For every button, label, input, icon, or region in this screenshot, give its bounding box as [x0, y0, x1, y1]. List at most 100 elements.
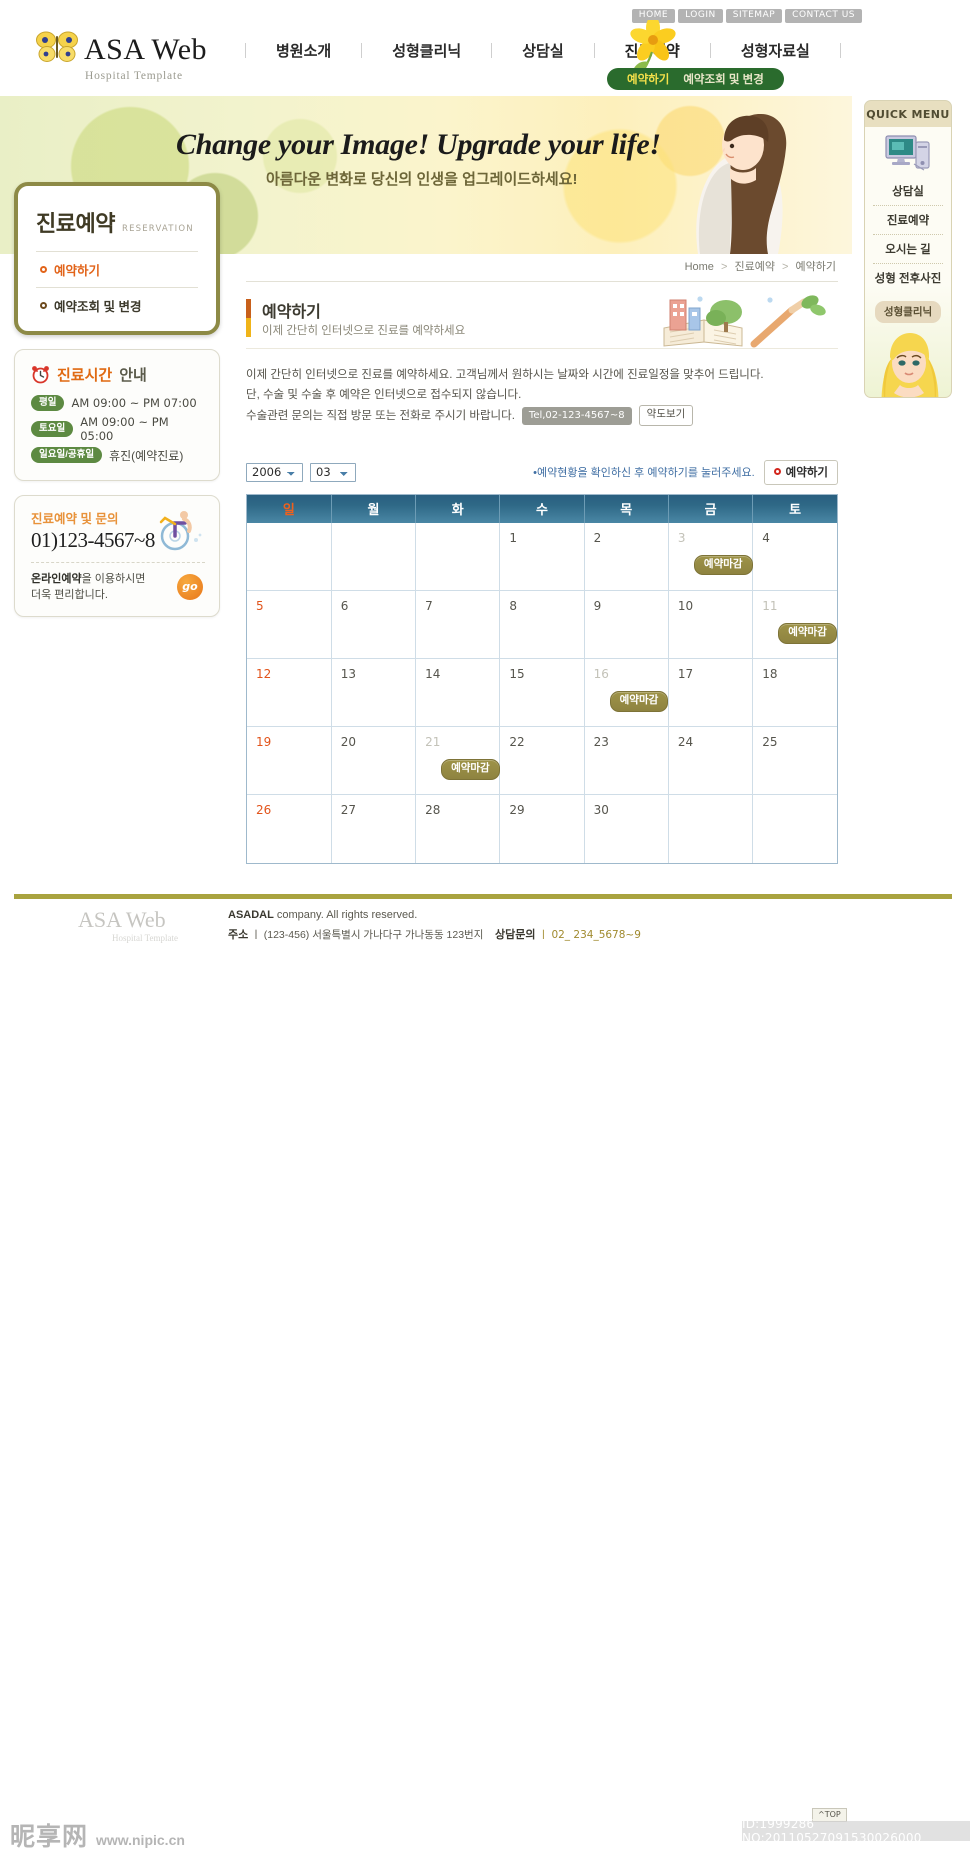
- subnav-item-view-change-reservation[interactable]: 예약조회 및 변경: [683, 71, 763, 87]
- calendar-empty-cell: [330, 522, 416, 591]
- quick-item-directions[interactable]: 오시는 길: [873, 234, 943, 263]
- calendar-day-cell[interactable]: 24: [667, 726, 753, 795]
- util-contact-us-button[interactable]: CONTACT US: [785, 9, 862, 23]
- subnav-item-make-reservation[interactable]: 예약하기: [627, 71, 669, 87]
- map-button[interactable]: 약도보기: [638, 405, 694, 426]
- day-number: 16: [593, 667, 609, 682]
- calendar-day-cell[interactable]: 27: [330, 794, 416, 863]
- calendar-day-cell[interactable]: 5: [247, 590, 332, 659]
- calendar-day-cell[interactable]: 25: [752, 726, 837, 795]
- quick-tag-plastic-clinic[interactable]: 성형클리닉: [875, 301, 941, 323]
- wheelchair-icon: [151, 504, 207, 552]
- nav-item-reservation[interactable]: 진료예약: [595, 40, 710, 61]
- calendar-day-cell[interactable]: 14: [415, 658, 500, 727]
- footer-copyright-rest: company. All rights reserved.: [273, 909, 418, 921]
- day-number: 27: [340, 803, 357, 818]
- breadcrumb-home[interactable]: Home: [685, 261, 714, 273]
- bullet-icon: [773, 468, 781, 476]
- calendar-day-cell[interactable]: 21 예약마감: [415, 726, 500, 795]
- calendar-empty-cell: [667, 794, 753, 863]
- quick-item-reservation[interactable]: 진료예약: [873, 205, 943, 234]
- day-number: 9: [593, 599, 602, 614]
- calendar-day-cell[interactable]: 29: [499, 794, 585, 863]
- calendar-day-cell[interactable]: 20: [330, 726, 416, 795]
- left-sidebar: 진료예약 RESERVATION 예약하기 예약조회 및 변경 진료시간 안내 …: [14, 182, 220, 617]
- nav-item-resources[interactable]: 성형자료실: [711, 40, 840, 61]
- calendar-day-cell[interactable]: 19: [247, 726, 332, 795]
- month-select[interactable]: 010203040506070809101112: [310, 462, 356, 482]
- reserve-button[interactable]: 예약하기: [763, 459, 838, 485]
- calendar-empty-cell: [752, 794, 837, 863]
- day-number: 13: [340, 667, 357, 682]
- hours-row: 평일 AM 09:00 ~ PM 07:00: [31, 395, 205, 411]
- calendar-day-cell[interactable]: 18: [752, 658, 837, 727]
- util-sitemap-button[interactable]: SITEMAP: [725, 9, 783, 23]
- year-select[interactable]: 20042005200620072008: [246, 462, 303, 482]
- id-stamp-watermark: ID:1999286 NO:20110527091530026000: [742, 1817, 970, 1845]
- day-number: 1: [509, 530, 517, 545]
- calendar-day-cell[interactable]: 30: [583, 794, 669, 863]
- calendar-weekday-row: 일 월 화 수 목 금 토: [247, 494, 837, 523]
- computer-icon: [865, 127, 951, 177]
- calendar-day-cell[interactable]: 2: [583, 522, 669, 591]
- calendar-day-cell[interactable]: 17: [667, 658, 753, 727]
- hours-title-suffix: 안내: [119, 367, 147, 384]
- day-number: 18: [762, 667, 778, 682]
- calendar-day-cell[interactable]: 4: [752, 522, 837, 591]
- calendar-day-cell[interactable]: 26: [247, 794, 332, 863]
- page-subtitle: 이제 간단히 인터넷으로 진료를 예약하세요: [262, 325, 466, 337]
- sidebar-item-label: 예약조회 및 변경: [54, 300, 142, 314]
- day-number: 11: [762, 599, 778, 614]
- calendar-day-cell[interactable]: 16 예약마감: [583, 658, 669, 727]
- calendar-day-cell[interactable]: 13: [330, 658, 416, 727]
- calendar-day-cell[interactable]: 28: [415, 794, 500, 863]
- breadcrumb-separator: >: [720, 261, 728, 273]
- day-number: 25: [762, 735, 778, 750]
- calendar-day-cell[interactable]: 9: [583, 590, 669, 659]
- quick-item-before-after[interactable]: 성형 전후사진: [873, 263, 943, 292]
- quick-woman-illustration: [865, 327, 951, 397]
- site-footer: ASA Web Hospital Template ASADAL company…: [0, 899, 970, 1851]
- calendar-day-cell[interactable]: 23: [583, 726, 669, 795]
- breadcrumb: Home > 진료예약 > 예약하기: [246, 254, 838, 282]
- sidebar-nav-title: 진료예약 RESERVATION: [36, 206, 198, 238]
- breadcrumb-level1[interactable]: 진료예약: [734, 261, 774, 273]
- quick-menu: QUICK MENU 상담실 진료예약 오시는 길 성형 전후사진 성형클리닉: [864, 100, 952, 398]
- footer-company-name: ASADAL: [228, 909, 274, 921]
- util-login-button[interactable]: LOGIN: [678, 9, 723, 23]
- nav-divider: [839, 42, 841, 58]
- nav-item-counseling[interactable]: 상담실: [492, 40, 593, 61]
- sidebar-item-view-change[interactable]: 예약조회 및 변경: [36, 287, 198, 323]
- calendar-day-cell[interactable]: 10: [667, 590, 753, 659]
- calendar-day-cell[interactable]: 1: [499, 522, 585, 591]
- calendar-day-cell[interactable]: 3 예약마감: [667, 522, 753, 591]
- nav-item-hospital-intro[interactable]: 병원소개: [246, 40, 361, 61]
- page-header: 예약하기 이제 간단히 인터넷으로 진료를 예약하세요: [246, 294, 838, 349]
- calendar-week-row: 5 6 7 8 9 10 11 예약마감: [247, 590, 837, 659]
- calendar-day-cell[interactable]: 22: [499, 726, 585, 795]
- site-logo[interactable]: ASA Web Hospital Template: [36, 30, 246, 82]
- bullet-icon: [40, 266, 47, 273]
- hours-tag: 토요일: [31, 420, 74, 437]
- hours-tag: 일요일/공휴일: [31, 447, 103, 464]
- quick-item-counseling[interactable]: 상담실: [873, 177, 943, 205]
- scroll-to-top-button[interactable]: ^TOP: [812, 1808, 847, 1822]
- util-home-button[interactable]: HOME: [631, 9, 676, 23]
- calendar-day-cell[interactable]: 15: [499, 658, 585, 727]
- go-button[interactable]: go: [177, 573, 203, 600]
- calendar-week-row: 1 2 3 예약마감 4: [247, 522, 837, 591]
- nav-item-plastic-clinic[interactable]: 성형클리닉: [362, 40, 491, 61]
- footer-logo-subtitle: Hospital Template: [112, 933, 178, 943]
- sidebar-item-make-reservation[interactable]: 예약하기: [36, 251, 198, 287]
- calendar-day-cell[interactable]: 11 예약마감: [752, 590, 837, 659]
- tel-button[interactable]: Tel,02-123-4567~8: [521, 406, 632, 425]
- reservation-subnav: 예약하기 예약조회 및 변경: [607, 68, 784, 90]
- day-number: 6: [340, 599, 349, 614]
- footer-text: ASADAL company. All rights reserved. 주소 …: [228, 909, 641, 942]
- calendar-day-cell[interactable]: 8: [499, 590, 585, 659]
- bullet-icon: [40, 302, 47, 309]
- calendar-day-cell[interactable]: 7: [415, 590, 500, 659]
- calendar-day-cell[interactable]: 6: [330, 590, 416, 659]
- calendar-day-cell[interactable]: 12: [247, 658, 332, 727]
- calendar-empty-cell: [415, 522, 500, 591]
